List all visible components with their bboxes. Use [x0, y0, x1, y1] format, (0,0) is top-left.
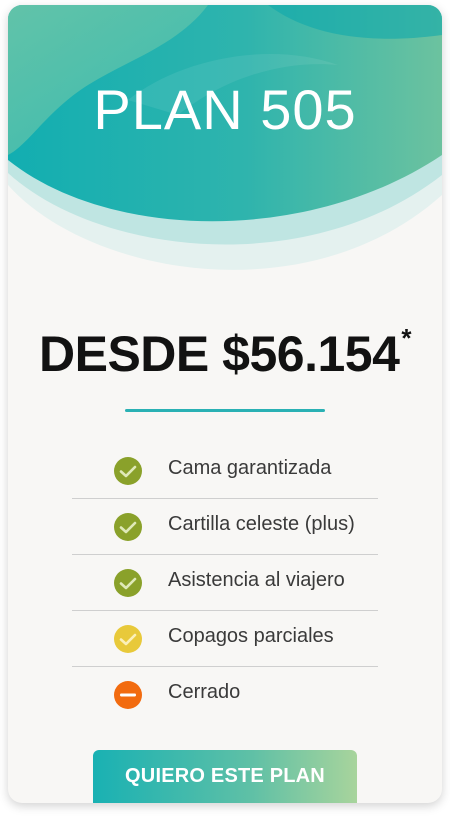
plan-card: PLAN 505 DESDE $56.154* Cama garantizada… — [8, 5, 442, 803]
check-icon — [114, 625, 142, 653]
quiero-este-plan-button[interactable]: QUIERO ESTE PLAN — [93, 750, 357, 803]
feature-label: Cerrado — [168, 681, 241, 703]
check-icon — [114, 457, 142, 485]
feature-label: Copagos parciales — [168, 625, 334, 647]
feature-label: Cartilla celeste (plus) — [168, 513, 355, 535]
feature-label: Asistencia al viajero — [168, 569, 345, 591]
minus-icon — [114, 681, 142, 709]
feature-item-cerrado: Cerrado — [72, 667, 378, 722]
feature-item-cartilla-celeste: Cartilla celeste (plus) — [72, 499, 378, 555]
plan-title: PLAN 505 — [93, 78, 357, 141]
price-value: DESDE $56.154 — [38, 326, 400, 382]
price-divider — [125, 409, 325, 412]
feature-label: Cama garantizada — [168, 457, 332, 479]
feature-item-asistencia-viajero: Asistencia al viajero — [72, 555, 378, 611]
check-icon — [114, 569, 142, 597]
plan-price: DESDE $56.154* — [8, 323, 442, 383]
header-wave-background — [8, 5, 442, 270]
price-footnote-marker: * — [401, 323, 412, 354]
feature-item-cama-garantizada: Cama garantizada — [72, 443, 378, 499]
feature-list: Cama garantizada Cartilla celeste (plus)… — [72, 443, 378, 722]
check-icon — [114, 513, 142, 541]
feature-item-copagos-parciales: Copagos parciales — [72, 611, 378, 667]
